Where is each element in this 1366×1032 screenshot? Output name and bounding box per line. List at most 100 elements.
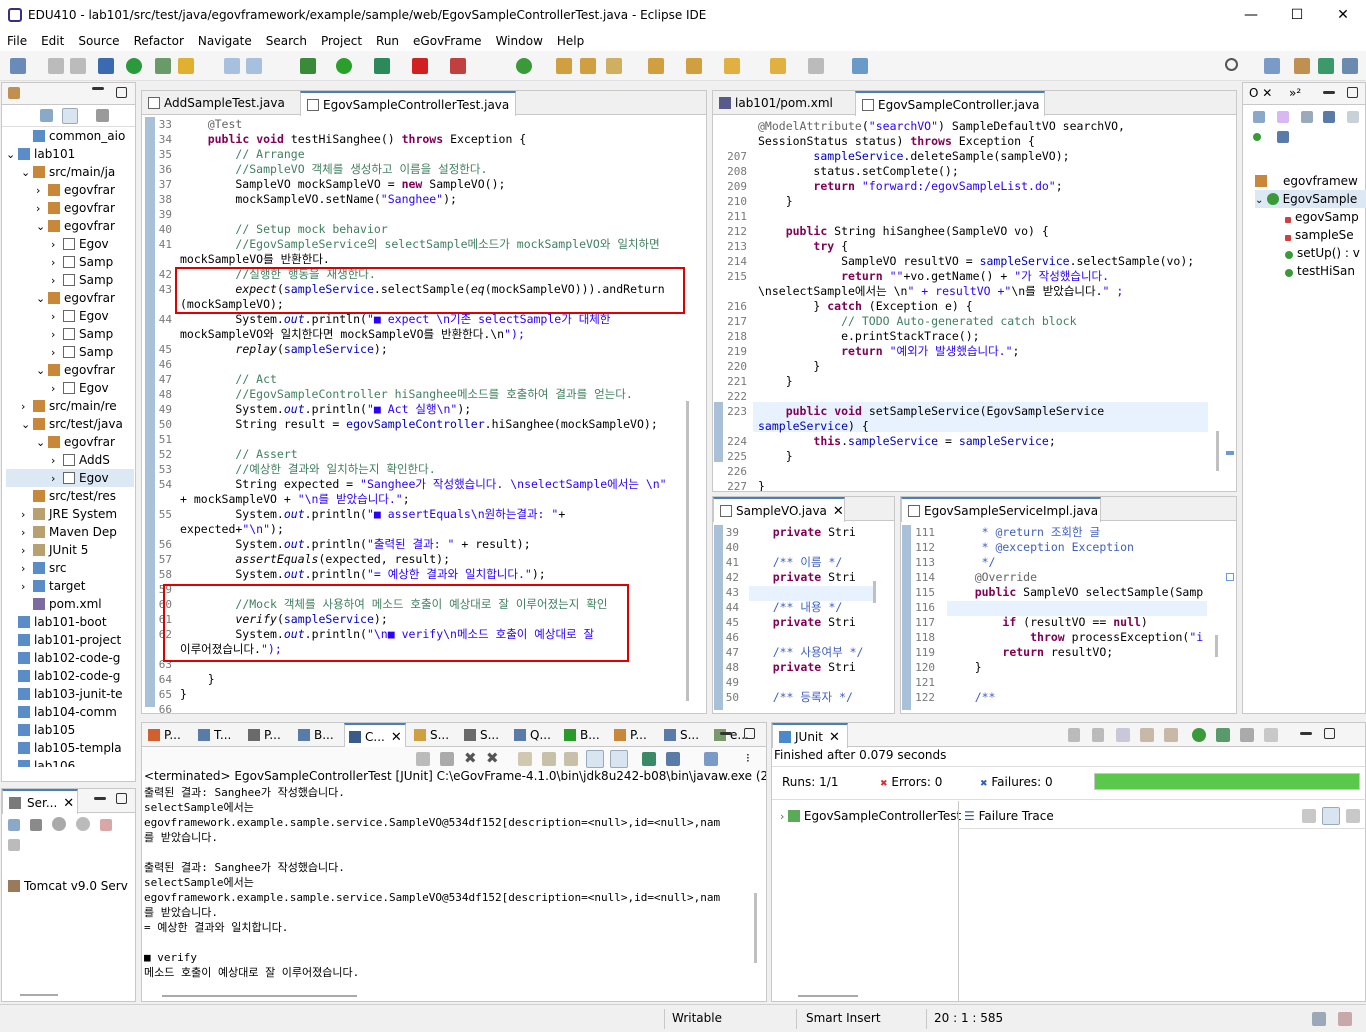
tab-egovsamplecontroller[interactable]: EgovSampleController.java✕ (855, 91, 1045, 116)
close-icon[interactable]: ✕ (515, 98, 516, 113)
tab-servers[interactable]: Ser... ✕ (2, 789, 78, 814)
history-icon[interactable] (1264, 728, 1278, 742)
next-annotation-icon[interactable] (648, 58, 664, 74)
save-all-icon[interactable] (70, 58, 86, 74)
expand-toggle-icon[interactable]: › (51, 344, 63, 362)
last-edit-icon[interactable] (724, 58, 740, 74)
server-item[interactable]: Tomcat v9.0 Serv (8, 879, 128, 893)
close-icon[interactable]: ✕ (391, 730, 402, 745)
h-scrollbar[interactable] (798, 995, 858, 997)
stop-server-icon[interactable] (100, 819, 112, 831)
console-tab-8[interactable]: B... (560, 723, 606, 747)
expand-toggle-icon[interactable]: ⌄ (36, 290, 48, 308)
outline-item[interactable]: egovSamp (1255, 208, 1366, 226)
explorer-item[interactable]: lab102-code-g (6, 649, 134, 667)
explorer-item[interactable]: ⌄ egovfrar (6, 217, 134, 235)
minimize-view-icon[interactable] (94, 797, 106, 800)
maximize-view-icon[interactable] (744, 728, 755, 739)
outline-item[interactable]: testHiSan (1255, 262, 1366, 280)
external-tools-icon[interactable] (450, 58, 466, 74)
explorer-item[interactable]: lab104-comm (6, 703, 134, 721)
pin-console-icon[interactable] (416, 752, 430, 766)
terminal-icon[interactable] (98, 58, 114, 74)
code-area[interactable]: @ModelAttribute("searchVO") SampleDefaul… (758, 119, 1208, 491)
explorer-item[interactable]: ⌄ egovfrar (6, 433, 134, 451)
scrollbar[interactable] (873, 581, 876, 603)
new-icon[interactable] (10, 58, 26, 74)
console-output[interactable]: 출력된 결과: Sanghee가 작성했습니다. selectSample에서는 e… (144, 785, 752, 995)
menu-egovframe[interactable]: eGovFrame (406, 34, 489, 48)
outline-item[interactable]: sampleSe (1255, 226, 1366, 244)
expand-toggle-icon[interactable]: › (21, 398, 33, 416)
menu-window[interactable]: Window (489, 34, 550, 48)
stop-icon[interactable] (412, 58, 428, 74)
run-icon[interactable] (336, 58, 352, 74)
explorer-item[interactable]: lab101-boot (6, 613, 134, 631)
expand-toggle-icon[interactable]: ⌄ (21, 416, 33, 434)
copy-trace-icon[interactable] (1346, 809, 1360, 823)
word-wrap-icon[interactable] (564, 752, 578, 766)
collapse-icon[interactable] (8, 819, 20, 831)
menu-source[interactable]: Source (71, 34, 126, 48)
link-icon[interactable] (1277, 131, 1289, 143)
explorer-item[interactable]: lab101-project (6, 631, 134, 649)
expand-toggle-icon[interactable]: ⌄ (36, 434, 48, 452)
rerun-icon[interactable] (1192, 728, 1206, 742)
scrollbar[interactable] (1216, 431, 1219, 471)
compare-icon[interactable] (1322, 807, 1340, 825)
expand-toggle-icon[interactable]: › (51, 236, 63, 254)
tab-samplevo[interactable]: SampleVO.java ✕ (713, 497, 845, 522)
failures-only-icon[interactable] (1116, 728, 1130, 742)
code-area[interactable]: * @return 조회한 글 * @exception Exception *… (947, 525, 1207, 710)
save-icon[interactable] (48, 58, 64, 74)
explorer-item[interactable]: › Egov (6, 379, 134, 397)
scrollbar[interactable] (686, 401, 689, 701)
explorer-item[interactable]: lab105-templa (6, 739, 134, 757)
explorer-item[interactable]: › Maven Dep (6, 523, 134, 541)
new-java-icon[interactable] (516, 58, 532, 74)
console-tab-6[interactable]: S... (460, 723, 506, 747)
open-task-icon[interactable] (580, 58, 596, 74)
explorer-item[interactable]: ⌄ egovfrar (6, 361, 134, 379)
expand-toggle-icon[interactable]: ⌄ (36, 362, 48, 380)
outline-item[interactable]: setUp() : v (1255, 244, 1366, 262)
explorer-item[interactable]: › Egov (6, 235, 134, 253)
console-tab-5[interactable]: S... (410, 723, 456, 747)
explorer-item[interactable]: › src (6, 559, 134, 577)
maximize-view-icon[interactable] (1347, 87, 1358, 98)
stop-icon[interactable] (1240, 728, 1254, 742)
expand-toggle-icon[interactable]: › (21, 506, 33, 524)
console-tab-9[interactable]: P... (610, 723, 656, 747)
outline-item[interactable]: egovframew (1255, 172, 1366, 190)
menu-search[interactable]: Search (259, 34, 314, 48)
explorer-item[interactable]: lab105 (6, 721, 134, 739)
explorer-item[interactable]: ⌄ src/test/java (6, 415, 134, 433)
minimize-view-icon[interactable] (720, 732, 732, 735)
expand-toggle-icon[interactable]: › (51, 470, 63, 488)
view-menu-icon[interactable]: ⁝ (746, 751, 750, 765)
debug-server-icon[interactable] (30, 819, 42, 831)
console-tab-2[interactable]: P... (244, 723, 290, 747)
menu-run[interactable]: Run (369, 34, 406, 48)
tab-pom[interactable]: lab101/pom.xml (713, 91, 853, 115)
show-stdout-icon[interactable] (586, 750, 604, 768)
expand-toggle-icon[interactable]: › (36, 200, 48, 218)
explorer-item[interactable]: › JRE System (6, 505, 134, 523)
open-perspective-icon[interactable] (1264, 58, 1280, 74)
menu-file[interactable]: File (0, 34, 34, 48)
expand-toggle-icon[interactable]: › (36, 182, 48, 200)
notifications-icon[interactable] (1312, 1012, 1326, 1026)
hide-static-icon[interactable] (1323, 111, 1335, 123)
expand-toggle-icon[interactable]: › (51, 272, 63, 290)
collapse-icon[interactable] (1253, 111, 1265, 123)
explorer-item[interactable]: › Samp (6, 271, 134, 289)
prev-failure-icon[interactable] (1092, 728, 1104, 742)
more-views-icon[interactable]: »² (1289, 86, 1301, 100)
maximize-view-icon[interactable] (116, 793, 127, 804)
close-button[interactable]: ✕ (1320, 0, 1366, 30)
collapse-all-icon[interactable] (40, 109, 53, 122)
remove-launch-icon[interactable]: ✖ (464, 749, 477, 767)
sort-icon[interactable] (1277, 111, 1289, 123)
maximize-view-icon[interactable] (1324, 728, 1335, 739)
explorer-item[interactable]: › AddS (6, 451, 134, 469)
